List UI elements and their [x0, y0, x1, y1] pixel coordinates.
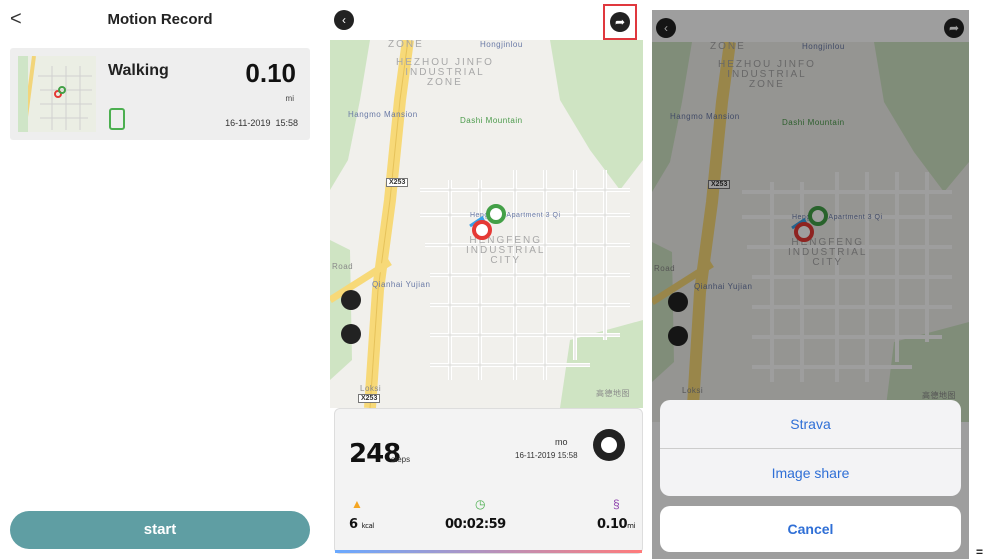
- page-title: Motion Record: [107, 11, 213, 28]
- map-view[interactable]: ZONE Hongjinlou HEZHOU JINFO INDUSTRIAL …: [330, 40, 643, 408]
- user-name: mo: [555, 437, 568, 447]
- trailing-mark: =: [976, 545, 984, 559]
- duration-value: 00:02:59: [445, 517, 506, 532]
- map-label-gaode: 高德地图: [596, 389, 630, 398]
- end-pin-icon: [472, 220, 492, 240]
- record-card[interactable]: Walking 0.10 mi 16-11-2019 15:58: [10, 48, 310, 140]
- calories-value: 6: [349, 517, 358, 532]
- start-button[interactable]: start: [10, 511, 310, 549]
- record-date: 16-11-2019: [225, 118, 271, 128]
- calories-stat: 6 kcal: [349, 517, 374, 532]
- share-options-sheet: Strava Image share: [660, 400, 961, 496]
- motion-record-screen: < Motion Record Walking 0.10 mi 16-11-20…: [0, 0, 320, 559]
- map-label-road: Road: [332, 262, 354, 271]
- record-datetime: 16-11-2019 15:58: [225, 118, 298, 128]
- distance-stat: 0.10mi: [597, 517, 635, 532]
- thumbnail-map: [18, 56, 96, 132]
- calorie-icon: ▲: [351, 497, 363, 511]
- map-label-zone: ZONE: [388, 40, 424, 50]
- stats-card: 248 steps mo 16-11-2019 15:58 ▲ 6 kcal ◷…: [334, 408, 643, 554]
- record-time: 15:58: [275, 118, 298, 128]
- start-pin-icon: [486, 204, 506, 224]
- strava-option[interactable]: Strava: [660, 400, 961, 448]
- distance-unit: mi: [285, 94, 294, 103]
- activity-name: Walking: [108, 62, 169, 79]
- distance-icon: §: [613, 497, 620, 511]
- activity-detail-screen: ZONE Hongjinlou HEZHOU JINFO INDUSTRIAL …: [330, 0, 645, 559]
- road-tag-x253-bottom: X253: [358, 394, 381, 403]
- map-label-loksi: Loksi: [360, 384, 382, 393]
- share-icon[interactable]: ➦: [610, 12, 630, 32]
- map-label-dashi: Dashi Mountain: [460, 116, 523, 125]
- map-label-hangmo: Hangmo Mansion: [348, 110, 418, 119]
- map-label-hengfeng: HENGFENG INDUSTRIAL CITY: [466, 235, 546, 266]
- back-icon[interactable]: ‹: [334, 10, 354, 30]
- locate-icon[interactable]: [341, 324, 361, 344]
- steps-value: 248: [349, 439, 401, 469]
- record-datetime: 16-11-2019 15:58: [515, 451, 578, 460]
- phone-icon: [109, 108, 125, 130]
- distance-unit: mi: [627, 522, 635, 530]
- cancel-button[interactable]: Cancel: [660, 506, 961, 552]
- distance-value: 0.10: [245, 58, 296, 88]
- map-label-apartment: Hengfeng Apartment 3 Qi: [470, 212, 561, 219]
- distance-value: 0.10: [597, 517, 628, 532]
- map-label-hongjinlou: Hongjinlou: [480, 40, 523, 49]
- calories-unit: kcal: [361, 522, 375, 530]
- image-share-option[interactable]: Image share: [660, 448, 961, 496]
- route-thumbnail: [18, 56, 96, 132]
- timer-icon: ◷: [475, 497, 486, 511]
- image-icon[interactable]: [341, 290, 361, 310]
- map-label-hezhou: HEZHOU JINFO INDUSTRIAL ZONE: [396, 57, 494, 88]
- gradient-bar: [335, 550, 642, 553]
- avatar[interactable]: [593, 429, 625, 461]
- header: < Motion Record: [0, 0, 320, 40]
- road-tag-x253: X253: [386, 178, 409, 187]
- steps-unit: steps: [391, 455, 411, 464]
- share-sheet-screen: ZONE Hongjinlou HEZHOU JINFO INDUSTRIAL …: [652, 10, 969, 559]
- map-label-qianhai: Qianhai Yujian: [372, 280, 431, 289]
- top-bar: ‹ ➦: [330, 0, 645, 40]
